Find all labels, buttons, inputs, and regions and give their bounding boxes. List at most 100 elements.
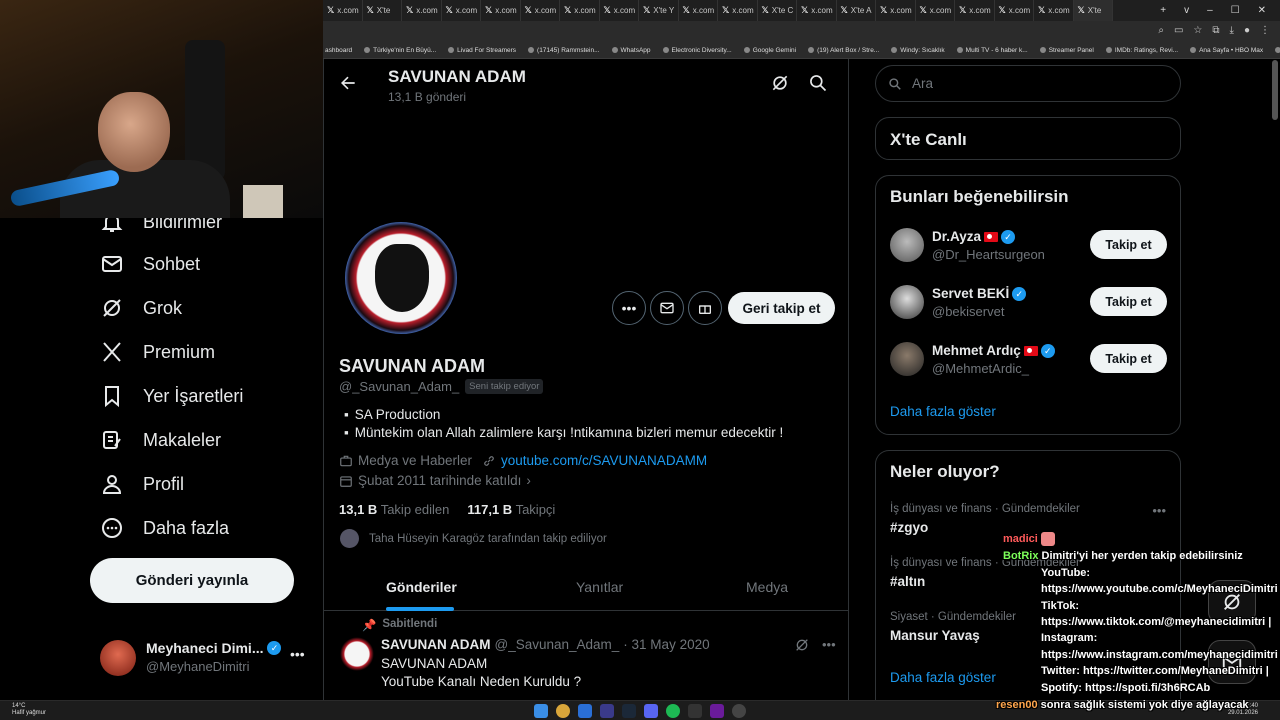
browser-tab[interactable]: 𝕏x.com: [916, 0, 955, 21]
post-avatar[interactable]: [340, 637, 374, 671]
download-icon[interactable]: ⤓: [1230, 25, 1234, 36]
window-control-button[interactable]: +: [1160, 5, 1166, 16]
cast-icon[interactable]: ▭: [1174, 25, 1183, 36]
sidebar-item-mail[interactable]: Sohbet: [100, 242, 200, 286]
show-more-link[interactable]: Daha fazla göster: [890, 404, 996, 419]
trend-name[interactable]: #altın: [890, 574, 925, 589]
bookmark-item[interactable]: ashboard: [325, 47, 352, 54]
sidebar-item-article[interactable]: Makaleler: [100, 418, 221, 462]
sidebar-item-bookmark[interactable]: Yer İşaretleri: [100, 374, 243, 418]
page-scrollbar[interactable]: [1272, 60, 1278, 120]
edge-icon[interactable]: [578, 704, 592, 718]
bookmark-item[interactable]: Google Gemini: [743, 47, 796, 54]
link-text[interactable]: youtube.com/c/SAVUNANADAMM: [501, 453, 707, 468]
sidebar-item-more-circle[interactable]: Daha fazla: [100, 506, 229, 550]
bookmark-item[interactable]: (17145) Rammstein...: [528, 47, 600, 54]
followers-stat[interactable]: 117,1 B Takipçi: [467, 502, 555, 517]
profile-icon[interactable]: ●: [1244, 25, 1250, 36]
back-arrow-icon[interactable]: [338, 73, 358, 93]
profile-link[interactable]: youtube.com/c/SAVUNANADAMM: [482, 453, 707, 468]
browser-tab[interactable]: 𝕏x.com: [521, 0, 560, 21]
browser-tab[interactable]: 𝕏x.com: [442, 0, 481, 21]
bookmark-item[interactable]: (19) Alert Box / Stre...: [808, 47, 879, 54]
chrome-icon[interactable]: [556, 704, 570, 718]
app-icon[interactable]: [600, 704, 614, 718]
bookmark-item[interactable]: IMDb: Ratings, Revi...: [1105, 47, 1178, 54]
window-control-button[interactable]: ✕: [1258, 5, 1266, 16]
steam-icon[interactable]: [622, 704, 636, 718]
browser-tab[interactable]: 𝕏x.com: [955, 0, 995, 21]
browser-tab[interactable]: 𝕏x.com: [797, 0, 837, 21]
browser-tab[interactable]: 𝕏x.com: [323, 0, 363, 21]
followed-by[interactable]: Taha Hüseyin Karagöz tarafından takip ed…: [340, 529, 607, 548]
grok-icon[interactable]: [794, 637, 810, 653]
trend-name[interactable]: Mansur Yavaş: [890, 628, 980, 643]
follow-button[interactable]: Takip et: [1090, 344, 1167, 373]
suggestion-row[interactable]: Servet BEKİ ✓ @bekiservet Takip et: [890, 285, 1170, 329]
browser-tab[interactable]: 𝕏 X'te: [363, 0, 402, 21]
browser-tab[interactable]: 𝕏 X'te: [1073, 0, 1113, 21]
browser-tab[interactable]: 𝕏x.com: [600, 0, 639, 21]
show-more-link[interactable]: Daha fazla göster: [890, 670, 996, 685]
bookmark-item[interactable]: Windy: Sıcaklık: [891, 47, 945, 54]
post-author[interactable]: SAVUNAN ADAM: [381, 637, 491, 652]
follow-button[interactable]: Takip et: [1090, 230, 1167, 259]
bookmark-item[interactable]: »: [1275, 47, 1280, 54]
search-input[interactable]: Ara: [875, 65, 1181, 102]
suggestion-row[interactable]: Dr.Ayza ✓ @Dr_Heartsurgeon Takip et: [890, 228, 1170, 272]
search-icon[interactable]: [808, 73, 828, 93]
browser-tab[interactable]: 𝕏 X'te A: [837, 0, 876, 21]
following-stat[interactable]: 13,1 B Takip edilen: [339, 502, 449, 517]
browser-tab[interactable]: 𝕏x.com: [679, 0, 718, 21]
sidebar-item-grok[interactable]: Grok: [100, 286, 182, 330]
browser-tab[interactable]: 𝕏x.com: [402, 0, 442, 21]
post-button[interactable]: Gönderi yayınla: [90, 558, 294, 603]
live-box[interactable]: X'te Canlı: [875, 117, 1181, 160]
post-more-icon[interactable]: •••: [822, 637, 836, 653]
bookmark-item[interactable]: WhatsApp: [611, 47, 651, 54]
bookmark-item[interactable]: Ana Sayfa • HBO Max: [1190, 47, 1263, 54]
window-control-button[interactable]: v: [1184, 5, 1189, 16]
sidebar-item-x-logo[interactable]: Premium: [100, 330, 215, 374]
bookmark-item[interactable]: Electronic Diversity...: [662, 47, 732, 54]
browser-tab[interactable]: 𝕏 X'te C: [758, 0, 797, 21]
sidebar-item-person[interactable]: Profil: [100, 462, 184, 506]
obs-icon[interactable]: [710, 704, 724, 718]
browser-tab[interactable]: 𝕏x.com: [1034, 0, 1074, 21]
extensions-icon[interactable]: ⧉: [1212, 25, 1219, 36]
browser-tab[interactable]: 𝕏 X'te Y: [639, 0, 679, 21]
epic-icon[interactable]: [688, 704, 702, 718]
start-icon[interactable]: [534, 704, 548, 718]
menu-icon[interactable]: ⋮: [1260, 25, 1270, 36]
message-button[interactable]: [650, 291, 684, 325]
discord-icon[interactable]: [644, 704, 658, 718]
bookmark-item[interactable]: Türkiye'nin En Büyü...: [364, 47, 436, 54]
bookmark-item[interactable]: Streamer Panel: [1039, 47, 1094, 54]
follow-button[interactable]: Takip et: [1090, 287, 1167, 316]
chevron-right-icon[interactable]: ›: [526, 473, 531, 488]
messages-float-button[interactable]: [1208, 640, 1256, 684]
suggestion-row[interactable]: Mehmet Ardıç ✓ @MehmetArdic_ Takip et: [890, 342, 1170, 386]
subscribe-button[interactable]: [688, 291, 722, 325]
follow-back-button[interactable]: Geri takip et: [728, 292, 835, 324]
tab-posts[interactable]: Gönderiler: [386, 579, 457, 595]
bookmark-item[interactable]: Multi TV - 6 haber k...: [956, 47, 1028, 54]
tab-replies[interactable]: Yanıtlar: [576, 579, 623, 595]
app-icon[interactable]: [732, 704, 746, 718]
browser-tab[interactable]: 𝕏x.com: [560, 0, 600, 21]
spotify-icon[interactable]: [666, 704, 680, 718]
zoom-icon[interactable]: ⌕: [1158, 25, 1164, 36]
post-handle[interactable]: @_Savunan_Adam_: [495, 637, 620, 652]
grok-icon[interactable]: [770, 73, 790, 93]
window-control-button[interactable]: –: [1207, 5, 1213, 16]
account-switcher[interactable]: Meyhaneci Dimi... ✓ @MeyhaneDimitri •••: [100, 638, 315, 682]
window-control-button[interactable]: ☐: [1231, 5, 1240, 16]
tab-media[interactable]: Medya: [746, 579, 788, 595]
browser-tab[interactable]: 𝕏x.com: [718, 0, 758, 21]
profile-avatar[interactable]: [342, 219, 460, 337]
more-options-button[interactable]: •••: [612, 291, 646, 325]
post-date[interactable]: · 31 May 2020: [623, 637, 709, 652]
trend-more-icon[interactable]: •••: [1152, 503, 1166, 518]
trend-name[interactable]: #zgyo: [890, 520, 928, 535]
browser-tab[interactable]: 𝕏x.com: [876, 0, 916, 21]
